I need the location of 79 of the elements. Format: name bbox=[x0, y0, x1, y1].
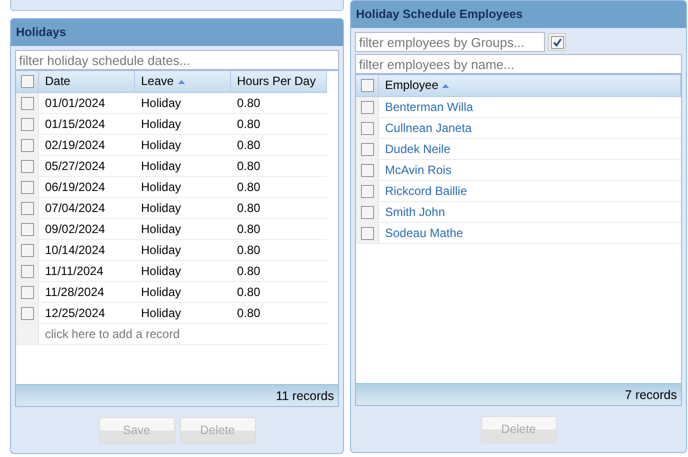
group-filter-checkbox[interactable] bbox=[550, 36, 564, 48]
table-cell-text: 0.80 bbox=[236, 221, 262, 238]
table-cell-text: 02/19/2024 bbox=[44, 137, 106, 154]
table-cell-text: 01/15/2024 bbox=[44, 116, 106, 133]
table-cell-text: Holiday bbox=[140, 221, 182, 238]
row-checkbox[interactable] bbox=[20, 118, 34, 130]
column-label: Date bbox=[45, 73, 70, 90]
table-cell-text: 0.80 bbox=[236, 200, 262, 217]
row-checkbox[interactable] bbox=[20, 222, 34, 236]
table-cell-text: 0.80 bbox=[236, 263, 262, 280]
employee-link[interactable]: Sodeau Mathe bbox=[379, 223, 470, 243]
name-filter-field[interactable]: filter employees by name... bbox=[355, 54, 682, 74]
table-cell-text: Holiday bbox=[140, 95, 182, 112]
table-cell-text: Holiday bbox=[140, 179, 182, 196]
table-cell-text: 06/19/2024 bbox=[44, 179, 106, 196]
employee-link[interactable]: Dudek Neile bbox=[379, 139, 456, 159]
table-cell-text: 0.80 bbox=[236, 179, 262, 196]
employee-link[interactable]: Rickcord Baillie bbox=[379, 181, 474, 201]
select-all-checkbox[interactable] bbox=[360, 79, 374, 92]
table-cell-text: 09/02/2024 bbox=[44, 221, 106, 238]
row-checkbox[interactable] bbox=[20, 180, 34, 194]
add-record-link[interactable]: click here to add a record bbox=[39, 324, 186, 344]
record-count: 7 records bbox=[356, 383, 681, 405]
sort-ascending-icon bbox=[442, 84, 450, 88]
row-checkbox[interactable] bbox=[20, 244, 34, 256]
row-checkbox[interactable] bbox=[360, 226, 374, 240]
table-cell-text: 0.80 bbox=[236, 242, 262, 259]
row-checkbox[interactable] bbox=[20, 286, 34, 298]
column-header[interactable]: Date bbox=[39, 71, 135, 92]
row-checkbox[interactable] bbox=[360, 206, 374, 218]
table-cell-text: 01/01/2024 bbox=[44, 95, 106, 112]
table-cell-text: Holiday bbox=[140, 263, 182, 280]
row-checkbox[interactable] bbox=[360, 164, 374, 176]
table-cell-text: Holiday bbox=[140, 242, 182, 259]
table-cell-text: 0.80 bbox=[236, 284, 262, 301]
filter-field[interactable]: filter holiday schedule dates... bbox=[15, 50, 339, 70]
table-cell-text: Holiday bbox=[140, 284, 182, 301]
employee-link[interactable]: Cullnean Janeta bbox=[379, 118, 478, 138]
row-checkbox[interactable] bbox=[360, 100, 374, 114]
column-header[interactable]: Hours Per Day bbox=[231, 71, 327, 92]
table-cell-text: Holiday bbox=[140, 116, 182, 133]
row-checkbox[interactable] bbox=[20, 138, 34, 152]
table-cell-text: 0.80 bbox=[236, 116, 262, 133]
column-header[interactable]: Employee bbox=[379, 75, 681, 96]
row-checkbox[interactable] bbox=[20, 306, 34, 320]
employee-link[interactable]: Benterman Willa bbox=[379, 97, 480, 117]
sort-ascending-icon bbox=[178, 80, 185, 84]
row-checkbox[interactable] bbox=[20, 96, 34, 110]
employee-link[interactable]: Smith John bbox=[379, 202, 452, 222]
column-label: Hours Per Day bbox=[237, 73, 316, 90]
record-count: 11 records bbox=[16, 384, 338, 406]
row-checkbox[interactable] bbox=[20, 202, 34, 214]
table-cell-text: 05/27/2024 bbox=[44, 158, 106, 175]
table-cell-text: 0.80 bbox=[236, 137, 262, 154]
row-checkbox[interactable] bbox=[360, 142, 374, 156]
group-filter-field[interactable]: filter employees by Groups... bbox=[355, 32, 545, 52]
table-cell-text: 11/28/2024 bbox=[44, 284, 106, 301]
column-label: Leave bbox=[141, 73, 174, 90]
table-cell-text: 10/14/2024 bbox=[44, 242, 106, 259]
row-checkbox[interactable] bbox=[360, 122, 374, 134]
table-cell-text: 07/04/2024 bbox=[44, 200, 106, 217]
row-checkbox[interactable] bbox=[20, 264, 34, 278]
table-cell-text: 0.80 bbox=[236, 305, 262, 322]
table-cell-text: 0.80 bbox=[236, 95, 262, 112]
select-all-checkbox[interactable] bbox=[20, 75, 34, 88]
table-cell-text: 0.80 bbox=[236, 158, 262, 175]
table-cell-text: Holiday bbox=[140, 158, 182, 175]
row-checkbox[interactable] bbox=[360, 184, 374, 198]
table-cell-text: Holiday bbox=[140, 137, 182, 154]
employee-link[interactable]: McAvin Rois bbox=[379, 160, 458, 180]
table-cell-text: 11/11/2024 bbox=[44, 263, 104, 280]
table-cell-text: 12/25/2024 bbox=[44, 305, 106, 322]
table-cell-text: Holiday bbox=[140, 200, 182, 217]
panel-title: Holiday Schedule Employees bbox=[351, 1, 686, 28]
panel-title: Holidays bbox=[11, 19, 343, 46]
row-checkbox[interactable] bbox=[20, 160, 34, 172]
column-label: Employee bbox=[385, 77, 438, 94]
table-cell-text: Holiday bbox=[140, 305, 182, 322]
column-header[interactable]: Leave bbox=[135, 71, 231, 92]
